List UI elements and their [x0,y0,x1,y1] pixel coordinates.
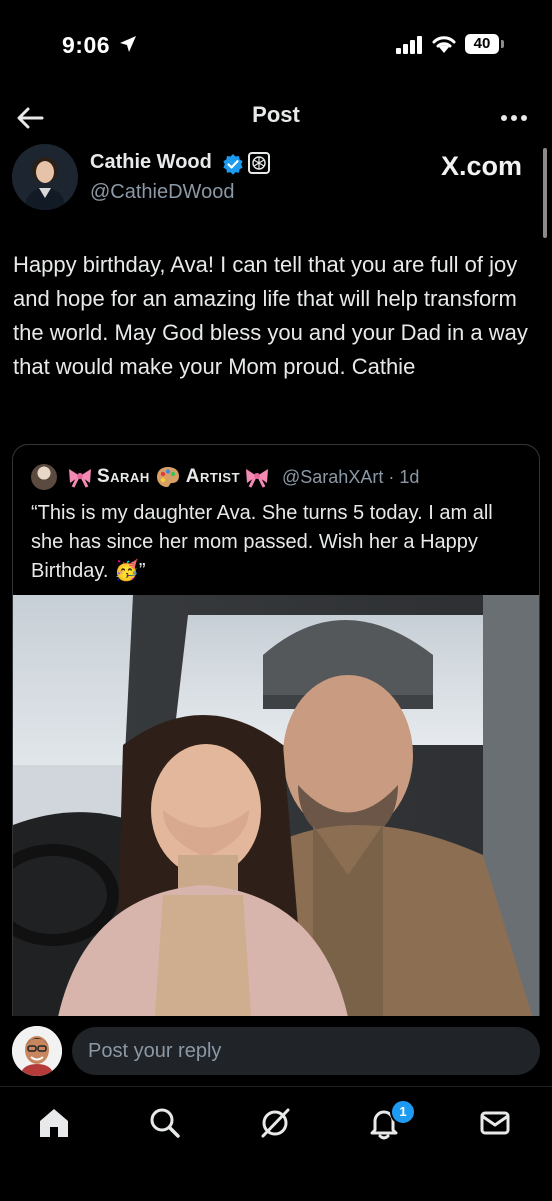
current-user-avatar[interactable] [12,1026,62,1076]
quoted-post-text: “This is my daughter Ava. She turns 5 to… [31,502,493,582]
grok-icon[interactable] [255,1103,295,1143]
quoted-author-handle: @SarahXArt · 1d [282,466,420,487]
cellular-signal-icon [396,36,422,54]
quoted-author-name-first[interactable]: Sarah [97,466,150,488]
scroll-indicator[interactable] [543,148,547,238]
quoted-author-name-second[interactable]: Artist [186,466,240,488]
quoted-post-header: Sarah Artist @SarahXArt · 1d [31,463,531,491]
author-avatar[interactable] [12,144,78,210]
home-icon[interactable] [34,1103,74,1143]
quoted-handle-text[interactable]: @SarahXArt [282,467,383,487]
messages-envelope-icon[interactable] [475,1103,515,1143]
affiliation-badge-icon[interactable] [248,152,270,174]
quoted-post-card[interactable]: Sarah Artist @SarahXArt · 1d “This is my… [12,444,540,1044]
status-bar: 9:06 40 [0,0,552,90]
post-text: Happy birthday, Ava! I can tell that you… [13,252,528,379]
reply-bar [0,1016,552,1086]
author-name[interactable]: Cathie Wood [90,151,212,174]
artist-palette-icon [156,467,179,487]
reply-input[interactable] [72,1027,540,1075]
notifications-badge: 1 [390,1099,416,1125]
quoted-post-photo[interactable] [13,595,540,1044]
author-handle[interactable]: @CathieDWood [90,181,234,204]
more-options-icon[interactable] [498,104,530,132]
status-time: 9:06 [62,32,111,58]
wifi-icon [432,36,456,53]
search-icon[interactable] [145,1103,185,1143]
battery-indicator: 40 [465,34,499,54]
bottom-tab-bar: 1 [0,1086,552,1201]
post-header: Post [0,92,552,144]
battery-cap [501,40,504,48]
location-arrow-icon [120,36,136,52]
pink-bow-icon [69,469,91,488]
xcom-watermark: X.com [441,151,523,181]
page-title: Post [252,102,300,127]
verified-badge-icon [223,154,243,175]
pink-bow-icon [246,469,269,488]
quoted-author-avatar[interactable] [31,464,57,490]
quoted-post-time: 1d [399,466,420,487]
